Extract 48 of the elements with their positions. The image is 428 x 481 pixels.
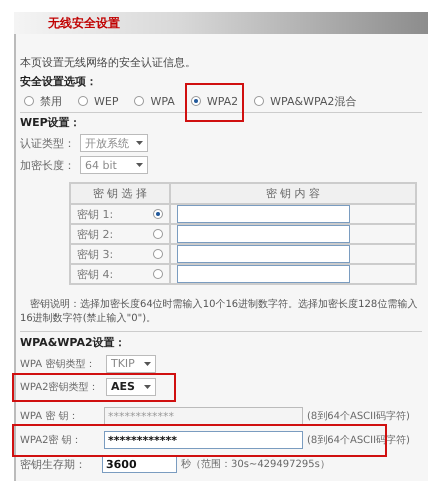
section-heading: WPA&WPA2设置：	[20, 334, 126, 350]
column-header: 密 钥 选 择	[70, 183, 170, 204]
caret-icon	[144, 384, 151, 388]
note-text: 密钥说明：选择加密长度64位时需输入10个16进制数字符。选择加密长度128位需输入	[30, 298, 418, 311]
dropdown[interactable]: AES	[106, 378, 156, 396]
field-label: WPA2密钥类型：	[20, 380, 100, 394]
key-input[interactable]	[177, 265, 350, 283]
hint-text: (8到64个ASCII码字符)	[307, 410, 410, 423]
radio-button[interactable]	[24, 96, 34, 106]
radio-button[interactable]	[153, 269, 163, 279]
key-input[interactable]	[177, 205, 350, 223]
option-label: WPA&WPA2混合	[270, 94, 356, 108]
option-label: 禁用	[40, 94, 62, 108]
key-label: 密钥 3:	[77, 246, 114, 262]
caret-icon	[136, 163, 143, 167]
radio-button[interactable]	[190, 96, 201, 106]
field-label: 密钥生存期：	[20, 456, 87, 472]
caret-icon	[144, 362, 151, 366]
column-header: 密 钥 内 容	[170, 183, 416, 204]
radio-button[interactable]	[153, 229, 163, 239]
key-input[interactable]	[177, 225, 350, 243]
field-label: WPA2密 钥：	[20, 434, 83, 447]
note-text: 16进制数字符(禁止输入"0")。	[20, 312, 156, 325]
password-field[interactable]: ************	[104, 431, 303, 449]
section-heading: 安全设置选项：	[20, 74, 97, 88]
option-label: WPA2	[206, 94, 238, 108]
field-label: 认证类型：	[20, 136, 76, 150]
radio-button[interactable]	[134, 96, 144, 106]
key-input[interactable]	[177, 245, 350, 263]
option-label: WEP	[94, 94, 118, 108]
key-label: 密钥 2:	[77, 226, 114, 242]
radio-button[interactable]	[78, 96, 88, 106]
radio-button[interactable]	[254, 96, 264, 106]
intro-text: 本页设置无线网络的安全认证信息。	[20, 54, 196, 70]
radio-button[interactable]	[153, 209, 163, 219]
caret-icon	[136, 141, 143, 145]
page-title: 无线安全设置	[48, 14, 120, 32]
field-label: 加密长度：	[20, 158, 76, 172]
hint-text: 秒（范围：30s~429497295s）	[181, 458, 330, 471]
dropdown[interactable]: 64 bit	[80, 156, 148, 174]
field-label: WPA 密钥类型：	[20, 358, 96, 370]
section-heading: WEP设置：	[20, 115, 81, 130]
option-label: WPA	[150, 94, 175, 108]
field-label: WPA 密 钥：	[20, 410, 80, 423]
dropdown[interactable]: 开放系统	[80, 134, 148, 152]
radio-button[interactable]	[153, 249, 163, 259]
key-label: 密钥 1:	[77, 206, 114, 222]
key-label: 密钥 4:	[77, 266, 114, 282]
